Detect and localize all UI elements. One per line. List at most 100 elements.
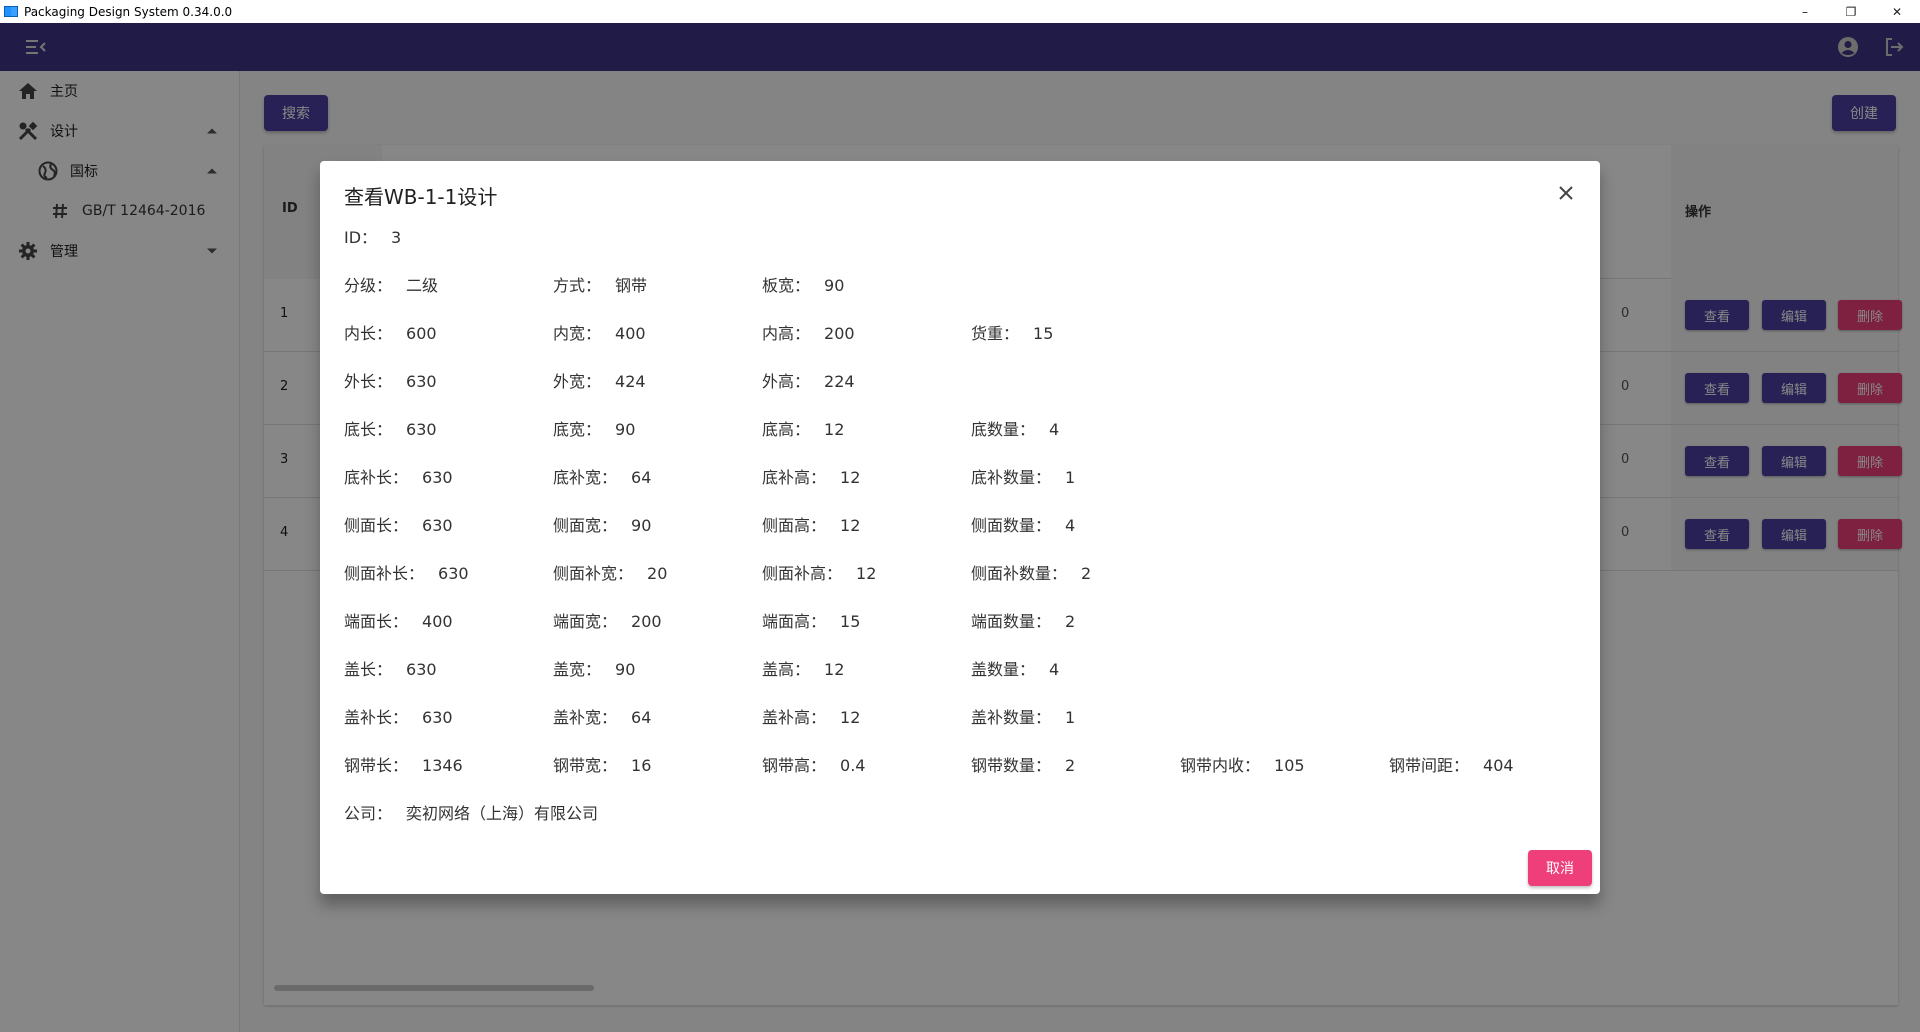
field-label: 内高：: [762, 324, 811, 343]
detail-field: 钢带长： 1346: [344, 752, 463, 776]
field-label: 底补长：: [344, 468, 409, 487]
cancel-button[interactable]: 取消: [1528, 850, 1592, 886]
field-value: 1346: [422, 756, 463, 775]
detail-field: 货重： 15: [971, 320, 1053, 344]
field-value: 90: [615, 420, 636, 439]
detail-row: ID： 3: [344, 224, 1574, 248]
field-value: 15: [1033, 324, 1054, 343]
detail-field: 外宽： 424: [553, 368, 646, 392]
detail-field: 钢带间距： 404: [1389, 752, 1514, 776]
detail-field: 盖补高： 12: [762, 704, 860, 728]
detail-field: 公司： 奕初网络（上海）有限公司: [344, 800, 598, 824]
detail-field: 侧面宽： 90: [553, 512, 651, 536]
detail-row: 底补长： 630 底补宽： 64 底补高： 12 底补数量： 1: [344, 464, 1574, 488]
detail-field: 盖高： 12: [762, 656, 844, 680]
field-label: 端面宽：: [553, 612, 618, 631]
field-value: 二级: [406, 276, 439, 295]
field-value: 224: [824, 372, 855, 391]
field-label: 内长：: [344, 324, 393, 343]
field-label: 底数量：: [971, 420, 1036, 439]
detail-field: 端面长： 400: [344, 608, 453, 632]
field-value: 630: [422, 708, 453, 727]
field-label: 侧面补高：: [762, 564, 843, 583]
detail-field: 盖补数量： 1: [971, 704, 1075, 728]
detail-row: 侧面补长： 630 侧面补宽： 20 侧面补高： 12 侧面补数量： 2: [344, 560, 1574, 584]
detail-field: 盖数量： 4: [971, 656, 1059, 680]
restore-button[interactable]: ❐: [1828, 0, 1874, 23]
field-value: 1: [1065, 708, 1076, 727]
field-label: 方式：: [553, 276, 602, 295]
window-title: Packaging Design System 0.34.0.0: [24, 4, 233, 19]
field-label: 底长：: [344, 420, 393, 439]
detail-field: 方式： 钢带: [553, 272, 647, 296]
detail-field: 板宽： 90: [762, 272, 844, 296]
close-window-button[interactable]: ✕: [1874, 0, 1920, 23]
detail-field: 底补宽： 64: [553, 464, 651, 488]
field-value: 2: [1065, 612, 1076, 631]
detail-row: 端面长： 400 端面宽： 200 端面高： 15 端面数量： 2: [344, 608, 1574, 632]
field-value: 200: [631, 612, 662, 631]
detail-field: 钢带高： 0.4: [762, 752, 865, 776]
detail-field: 侧面补数量： 2: [971, 560, 1091, 584]
detail-field: 外长： 630: [344, 368, 437, 392]
field-value: 630: [406, 660, 437, 679]
field-label: 盖数量：: [971, 660, 1036, 679]
field-label: 底高：: [762, 420, 811, 439]
detail-field: 端面高： 15: [762, 608, 860, 632]
field-value: 钢带: [615, 276, 648, 295]
field-value: 200: [824, 324, 855, 343]
minimize-button[interactable]: –: [1782, 0, 1828, 23]
detail-field: 侧面补宽： 20: [553, 560, 667, 584]
detail-row: 内长： 600 内宽： 400 内高： 200 货重： 15: [344, 320, 1574, 344]
detail-row: 侧面长： 630 侧面宽： 90 侧面高： 12 侧面数量： 4: [344, 512, 1574, 536]
field-label: 侧面数量：: [971, 516, 1052, 535]
field-label: 盖补高：: [762, 708, 827, 727]
field-label: 货重：: [971, 324, 1020, 343]
field-value: 2: [1065, 756, 1076, 775]
field-value: 奕初网络（上海）有限公司: [406, 804, 599, 823]
field-label: 钢带长：: [344, 756, 409, 775]
field-value: 4: [1049, 420, 1060, 439]
detail-field: 侧面补长： 630: [344, 560, 469, 584]
detail-row: 外长： 630 外宽： 424 外高： 224: [344, 368, 1574, 392]
field-label: 侧面补长：: [344, 564, 425, 583]
field-label: 外高：: [762, 372, 811, 391]
field-value: 600: [406, 324, 437, 343]
field-value: 630: [422, 516, 453, 535]
field-value: 20: [647, 564, 668, 583]
field-value: 630: [406, 420, 437, 439]
field-label: 盖宽：: [553, 660, 602, 679]
field-value: 630: [406, 372, 437, 391]
field-label: 外长：: [344, 372, 393, 391]
field-value: 12: [856, 564, 877, 583]
field-value: 2: [1081, 564, 1092, 583]
field-label: 底补高：: [762, 468, 827, 487]
field-label: 端面数量：: [971, 612, 1052, 631]
detail-row: 钢带长： 1346 钢带宽： 16 钢带高： 0.4 钢带数量： 2 钢带内收： 105 钢带间距：…: [344, 752, 1574, 776]
field-value: 1: [1065, 468, 1076, 487]
detail-field: 分级： 二级: [344, 272, 438, 296]
field-value: 3: [391, 228, 402, 247]
detail-field: 底补高： 12: [762, 464, 860, 488]
detail-row: 底长： 630 底宽： 90 底高： 12 底数量： 4: [344, 416, 1574, 440]
field-value: 12: [824, 660, 845, 679]
detail-field: 底补长： 630: [344, 464, 453, 488]
detail-field: 钢带宽： 16: [553, 752, 651, 776]
field-label: 侧面补宽：: [553, 564, 634, 583]
field-value: 0.4: [840, 756, 866, 775]
field-label: 侧面宽：: [553, 516, 618, 535]
detail-field: 盖长： 630: [344, 656, 437, 680]
field-value: 12: [824, 420, 845, 439]
field-value: 12: [840, 708, 861, 727]
field-value: 64: [631, 708, 652, 727]
close-icon[interactable]: [1554, 181, 1578, 205]
detail-row: 盖补长： 630 盖补宽： 64 盖补高： 12 盖补数量： 1: [344, 704, 1574, 728]
detail-field: 盖补宽： 64: [553, 704, 651, 728]
field-value: 424: [615, 372, 646, 391]
detail-field: 侧面补高： 12: [762, 560, 876, 584]
field-label: 内宽：: [553, 324, 602, 343]
field-value: 630: [438, 564, 469, 583]
field-value: 90: [824, 276, 845, 295]
detail-field: 侧面长： 630: [344, 512, 453, 536]
window-titlebar: Packaging Design System 0.34.0.0 – ❐ ✕: [0, 0, 1920, 23]
